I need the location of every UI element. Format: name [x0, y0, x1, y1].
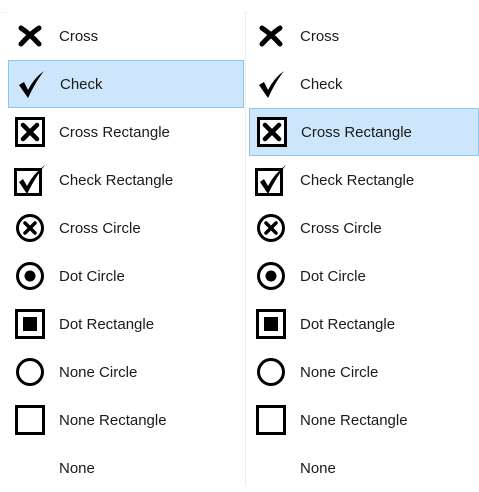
list-item-label: Cross Rectangle — [301, 123, 412, 141]
list-item-check[interactable]: Check — [249, 60, 479, 108]
list-item-dot-rectangle[interactable]: Dot Rectangle — [8, 300, 244, 348]
cross-circle-icon — [13, 211, 47, 245]
check-icon — [254, 67, 288, 101]
cross-icon — [13, 19, 47, 53]
list-item-none-rectangle[interactable]: None Rectangle — [8, 396, 244, 444]
list-item-dot-circle[interactable]: Dot Circle — [249, 252, 479, 300]
list-item-label: Check Rectangle — [59, 171, 174, 189]
list-item-cross-rectangle[interactable]: Cross Rectangle — [249, 108, 479, 156]
none-circle-icon — [13, 355, 47, 389]
list-item-cross-circle[interactable]: Cross Circle — [249, 204, 479, 252]
list-item-label: Cross Circle — [300, 219, 382, 237]
dot-rectangle-icon — [13, 307, 47, 341]
list-item-label: Check Rectangle — [300, 171, 415, 189]
list-item-label: None Circle — [300, 363, 379, 381]
dot-circle-icon — [254, 259, 288, 293]
list-item-label: None — [59, 459, 95, 477]
list-item-label: Cross Rectangle — [59, 123, 170, 141]
list-item-label: Dot Rectangle — [59, 315, 155, 333]
none-rectangle-icon — [13, 403, 47, 437]
list-item-label: Dot Circle — [59, 267, 125, 285]
list-item-label: Dot Circle — [300, 267, 366, 285]
check-rectangle-icon — [13, 163, 47, 197]
list-item-none[interactable]: None — [8, 444, 244, 492]
list-item-label: Cross Circle — [59, 219, 141, 237]
list-divider — [245, 12, 246, 486]
list-item-cross-circle[interactable]: Cross Circle — [8, 204, 244, 252]
cross-rectangle-icon — [255, 115, 289, 149]
cross-rectangle-icon — [13, 115, 47, 149]
list-item-none-circle[interactable]: None Circle — [8, 348, 244, 396]
dot-rectangle-icon — [254, 307, 288, 341]
list-item-label: Cross — [300, 27, 340, 45]
check-icon — [14, 67, 48, 101]
list-item-label: None — [300, 459, 336, 477]
list-item-check-rectangle[interactable]: Check Rectangle — [249, 156, 479, 204]
list-item-check-rectangle[interactable]: Check Rectangle — [8, 156, 244, 204]
list-item-label: Cross — [59, 27, 99, 45]
none-rectangle-icon — [254, 403, 288, 437]
left-list: Cross Check Cross Rectangle Check Rectangle… — [8, 12, 244, 486]
list-item-label: None Circle — [59, 363, 138, 381]
none-circle-icon — [254, 355, 288, 389]
cross-icon — [254, 19, 288, 53]
list-item-none-rectangle[interactable]: None Rectangle — [249, 396, 479, 444]
list-item-none[interactable]: None — [249, 444, 479, 492]
check-rectangle-icon — [254, 163, 288, 197]
list-item-dot-rectangle[interactable]: Dot Rectangle — [249, 300, 479, 348]
right-list: Cross Check Cross Rectangle Check Rectangle… — [249, 12, 479, 486]
list-item-cross-rectangle[interactable]: Cross Rectangle — [8, 108, 244, 156]
list-item-dot-circle[interactable]: Dot Circle — [8, 252, 244, 300]
list-item-cross[interactable]: Cross — [249, 12, 479, 60]
list-item-none-circle[interactable]: None Circle — [249, 348, 479, 396]
list-item-cross[interactable]: Cross — [8, 12, 244, 60]
cross-circle-icon — [254, 211, 288, 245]
list-item-check[interactable]: Check — [8, 60, 244, 108]
list-item-label: Dot Rectangle — [300, 315, 396, 333]
list-item-label: Check — [60, 75, 103, 93]
list-item-label: None Rectangle — [59, 411, 167, 429]
list-item-label: Check — [300, 75, 343, 93]
list-item-label: None Rectangle — [300, 411, 408, 429]
dot-circle-icon — [13, 259, 47, 293]
